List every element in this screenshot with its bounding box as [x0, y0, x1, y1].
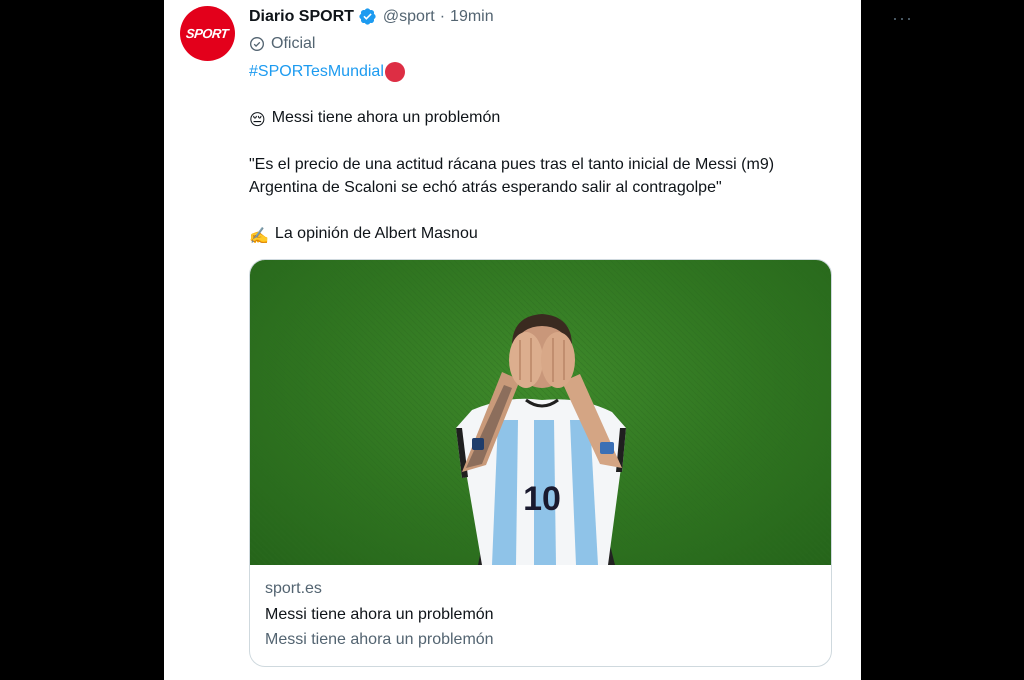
card-title: Messi tiene ahora un problemón	[265, 606, 494, 623]
card-image[interactable]: 10	[250, 260, 831, 565]
hashtag-line: #SPORTesMundial	[249, 62, 405, 82]
card-meta: sport.es Messi tiene ahora un problemón …	[265, 580, 494, 648]
separator: ·	[439, 7, 446, 25]
official-check-icon	[249, 36, 265, 52]
red-circle-emoji	[384, 62, 405, 82]
jersey-number: 10	[523, 480, 561, 518]
tweet-quote-line-1: "Es el precio de una actitud rácana pues…	[249, 156, 775, 173]
display-name[interactable]: Diario SPORT	[249, 8, 354, 26]
avatar[interactable]: SPORT	[180, 6, 235, 61]
official-text: Oficial	[271, 35, 316, 52]
link-card[interactable]: 10 sport.es Messi tiene ahora un problem…	[249, 259, 832, 667]
tweet-quote-line-2: Argentina de Scaloni se echó atrás esper…	[249, 179, 722, 196]
card-description: Messi tiene ahora un problemón	[265, 631, 494, 648]
card-domain: sport.es	[265, 580, 322, 597]
verified-badge-icon	[358, 7, 377, 26]
tweet-container: SPORT Diario SPORT @sport · 19min ··· Of…	[164, 0, 912, 680]
user-handle[interactable]: @sport	[383, 8, 435, 26]
tweet-line-1: 😔 Messi tiene ahora un problemón	[249, 107, 500, 132]
player-illustration: 10	[250, 260, 831, 565]
tweet-line-3: ✍️ La opinión de Albert Masnou	[249, 223, 478, 248]
tweet-text-3: La opinión de Albert Masnou	[274, 225, 478, 242]
tweet-header: Diario SPORT @sport · 19min	[249, 7, 494, 26]
writing-hand-emoji: ✍️	[249, 228, 269, 245]
more-options-icon[interactable]: ···	[892, 8, 913, 29]
timestamp[interactable]: 19min	[450, 8, 494, 26]
hashtag-link[interactable]: #SPORTesMundial	[249, 63, 384, 81]
pensive-face-emoji: 😔	[249, 112, 266, 129]
tweet-text-1: Messi tiene ahora un problemón	[271, 109, 501, 126]
sport-logo: SPORT	[185, 26, 230, 41]
official-label: Oficial	[249, 35, 315, 53]
